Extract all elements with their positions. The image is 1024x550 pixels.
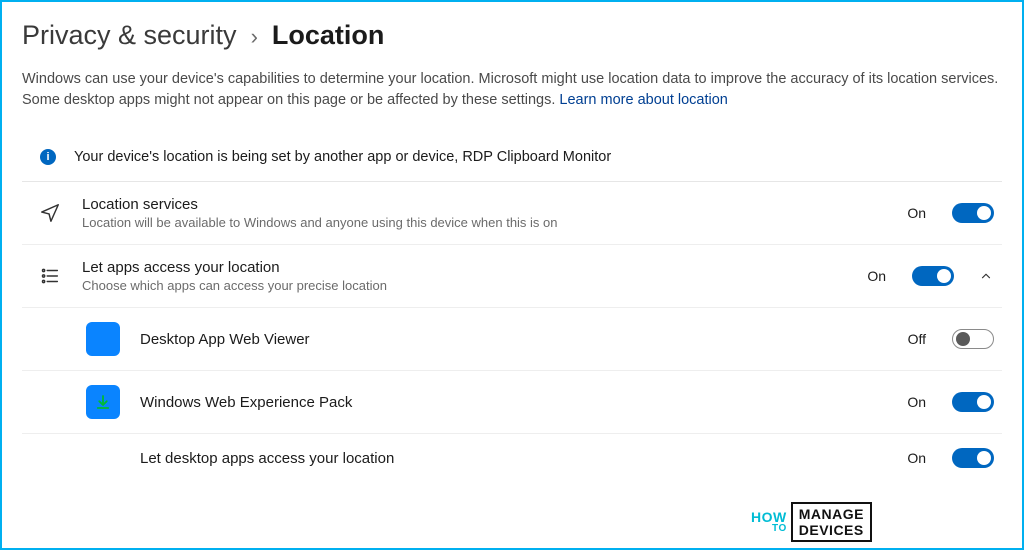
row-location-services: Location services Location will be avail… bbox=[22, 182, 1002, 245]
toggle-state-label: On bbox=[907, 205, 926, 221]
row-apps-access[interactable]: Let apps access your location Choose whi… bbox=[22, 245, 1002, 308]
row-title: Desktop App Web Viewer bbox=[140, 331, 888, 348]
learn-more-link[interactable]: Learn more about location bbox=[559, 92, 727, 108]
toggle-location-services[interactable] bbox=[952, 203, 994, 223]
toggle-state-label: On bbox=[907, 394, 926, 410]
toggle-desktop-apps-access[interactable] bbox=[952, 448, 994, 468]
breadcrumb-parent[interactable]: Privacy & security bbox=[22, 20, 237, 51]
toggle-desktop-web-viewer[interactable] bbox=[952, 329, 994, 349]
toggle-state-label: Off bbox=[908, 331, 926, 347]
toggle-state-label: On bbox=[907, 450, 926, 466]
app-icon-web-experience bbox=[86, 385, 120, 419]
row-title: Windows Web Experience Pack bbox=[140, 394, 887, 411]
watermark-how: HOWTO bbox=[751, 511, 787, 533]
toggle-state-label: On bbox=[867, 268, 886, 284]
row-desc: Choose which apps can access your precis… bbox=[82, 278, 847, 293]
row-web-experience: Windows Web Experience Pack On bbox=[22, 371, 1002, 434]
location-arrow-icon bbox=[38, 201, 62, 225]
settings-page: Privacy & security › Location Windows ca… bbox=[2, 2, 1022, 472]
info-icon: i bbox=[40, 149, 56, 165]
row-title: Let apps access your location bbox=[82, 259, 847, 276]
row-title: Location services bbox=[82, 196, 887, 213]
row-title: Let desktop apps access your location bbox=[140, 450, 887, 467]
row-desktop-apps-access: Let desktop apps access your location On bbox=[22, 434, 1002, 472]
list-settings-icon bbox=[38, 264, 62, 288]
intro-body: Windows can use your device's capabiliti… bbox=[22, 71, 998, 108]
watermark: HOWTO MANAGEDEVICES bbox=[751, 502, 872, 542]
info-message: Your device's location is being set by a… bbox=[74, 149, 611, 165]
app-icon-desktop-web-viewer bbox=[86, 322, 120, 356]
watermark-box: MANAGEDEVICES bbox=[791, 502, 872, 542]
info-banner: i Your device's location is being set by… bbox=[22, 145, 1002, 182]
chevron-right-icon: › bbox=[251, 24, 258, 50]
row-desktop-web-viewer: Desktop App Web Viewer Off bbox=[22, 308, 1002, 371]
breadcrumb: Privacy & security › Location bbox=[22, 20, 1002, 51]
row-desc: Location will be available to Windows an… bbox=[82, 215, 887, 230]
intro-text: Windows can use your device's capabiliti… bbox=[22, 69, 1002, 111]
chevron-up-icon[interactable] bbox=[978, 268, 994, 284]
page-title: Location bbox=[272, 20, 385, 51]
toggle-apps-access[interactable] bbox=[912, 266, 954, 286]
toggle-web-experience[interactable] bbox=[952, 392, 994, 412]
